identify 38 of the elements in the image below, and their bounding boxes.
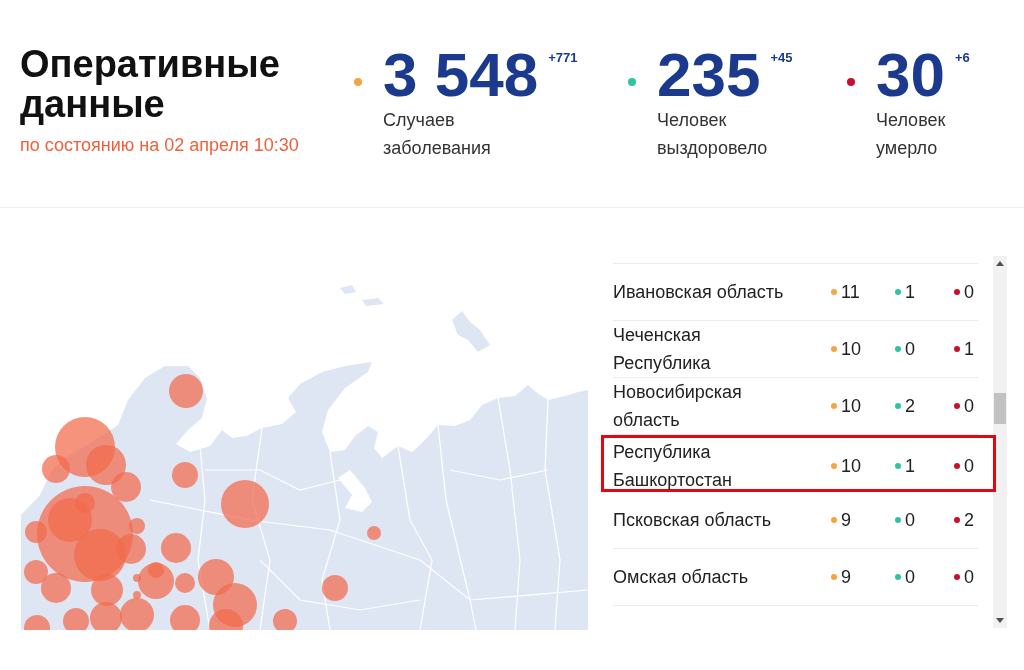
count-value: 1: [964, 338, 974, 360]
page-title: Оперативные данные: [20, 44, 280, 124]
count-value: 10: [841, 395, 862, 417]
stat-value: 30: [876, 44, 945, 106]
count-value: 0: [964, 455, 974, 477]
count-value: 11: [841, 281, 860, 303]
scroll-up-icon[interactable]: [996, 261, 1004, 266]
count-value: 2: [964, 509, 974, 531]
stat-label: Человек выздоровело: [657, 109, 768, 160]
count-value: 10: [841, 338, 862, 360]
timestamp-text: по состоянию на 02 апреля 10:30: [20, 134, 299, 156]
region-name: Ивановская область: [613, 281, 785, 304]
region-name: Новосибирская область: [613, 381, 743, 432]
count-value: 0: [964, 281, 974, 303]
stat-delta: +6: [954, 50, 970, 66]
stat-delta: +771: [548, 50, 578, 66]
region-name: Омская область: [613, 566, 750, 589]
stat-label: Случаев заболевания: [383, 109, 491, 160]
count-value: 9: [841, 509, 851, 531]
count-value: 0: [964, 566, 974, 588]
stat-delta: +45: [770, 50, 793, 66]
count-value: 0: [905, 338, 915, 360]
count-value: 0: [964, 395, 974, 417]
region-name: Псковская область: [613, 509, 773, 532]
count-value: 0: [905, 566, 915, 588]
region-name: Республика Башкортостан: [613, 441, 733, 492]
count-value: 1: [905, 455, 915, 477]
count-value: 2: [905, 395, 915, 417]
stat-label: Человек умерло: [876, 109, 946, 160]
stat-value: 235: [657, 44, 761, 106]
count-value: 0: [905, 509, 915, 531]
scrollbar-thumb[interactable]: [994, 393, 1006, 424]
count-value: 1: [905, 281, 915, 303]
count-value: 9: [841, 566, 851, 588]
region-name: Чеченская Республика: [613, 324, 712, 375]
count-value: 10: [841, 455, 862, 477]
stat-value: 3 548: [383, 44, 539, 106]
scroll-down-icon[interactable]: [996, 618, 1004, 623]
